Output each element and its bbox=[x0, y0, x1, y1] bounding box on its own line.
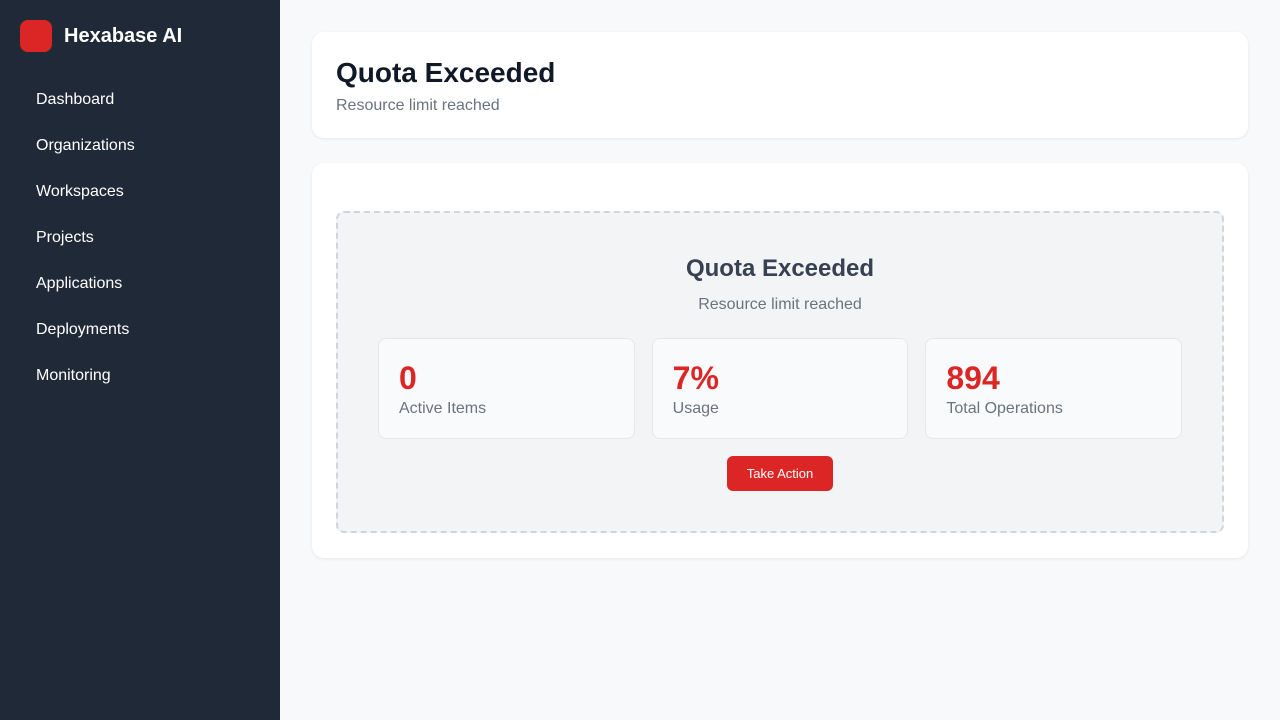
stat-label: Active Items bbox=[399, 400, 487, 417]
take-action-button[interactable]: Take Action bbox=[726, 456, 834, 491]
sidebar-item-projects[interactable]: Projects bbox=[20, 227, 260, 249]
stat-card-total-operations: 894 Total Operations bbox=[925, 338, 1183, 439]
stats-row: 0 Active Items 7% Usage 894 Total Operat… bbox=[378, 338, 1183, 439]
sidebar: Hexabase AI Dashboard Organizations Work… bbox=[0, 0, 280, 720]
stat-card-usage: 7% Usage bbox=[651, 338, 909, 439]
stat-value: 7% bbox=[672, 360, 719, 396]
stat-label: Usage bbox=[672, 400, 719, 417]
content-card: Quota Exceeded Resource limit reached 0 … bbox=[312, 163, 1248, 558]
sidebar-nav: Dashboard Organizations Workspaces Proje… bbox=[20, 89, 260, 387]
sidebar-item-organizations[interactable]: Organizations bbox=[20, 135, 260, 157]
app-shell: Hexabase AI Dashboard Organizations Work… bbox=[0, 0, 1280, 720]
brand[interactable]: Hexabase AI bbox=[20, 20, 260, 52]
panel-title: Quota Exceeded bbox=[685, 255, 875, 282]
sidebar-item-dashboard[interactable]: Dashboard bbox=[20, 89, 260, 111]
page-header: Quota Exceeded Resource limit reached bbox=[312, 32, 1248, 138]
sidebar-item-deployments[interactable]: Deployments bbox=[20, 319, 260, 341]
stat-value: 0 bbox=[399, 360, 417, 396]
sidebar-item-workspaces[interactable]: Workspaces bbox=[20, 181, 260, 203]
main-content: Quota Exceeded Resource limit reached Qu… bbox=[280, 0, 1280, 720]
quota-panel: Quota Exceeded Resource limit reached 0 … bbox=[336, 211, 1224, 533]
panel-subtitle: Resource limit reached bbox=[698, 296, 862, 313]
sidebar-item-monitoring[interactable]: Monitoring bbox=[20, 365, 260, 387]
page-title: Quota Exceeded bbox=[336, 57, 556, 88]
page-subtitle: Resource limit reached bbox=[336, 97, 500, 114]
stat-value: 894 bbox=[946, 360, 1000, 396]
logo-icon bbox=[20, 20, 52, 52]
stat-label: Total Operations bbox=[946, 400, 1063, 417]
app-name: Hexabase AI bbox=[64, 24, 183, 47]
sidebar-item-applications[interactable]: Applications bbox=[20, 273, 260, 295]
stat-card-active-items: 0 Active Items bbox=[378, 338, 635, 439]
